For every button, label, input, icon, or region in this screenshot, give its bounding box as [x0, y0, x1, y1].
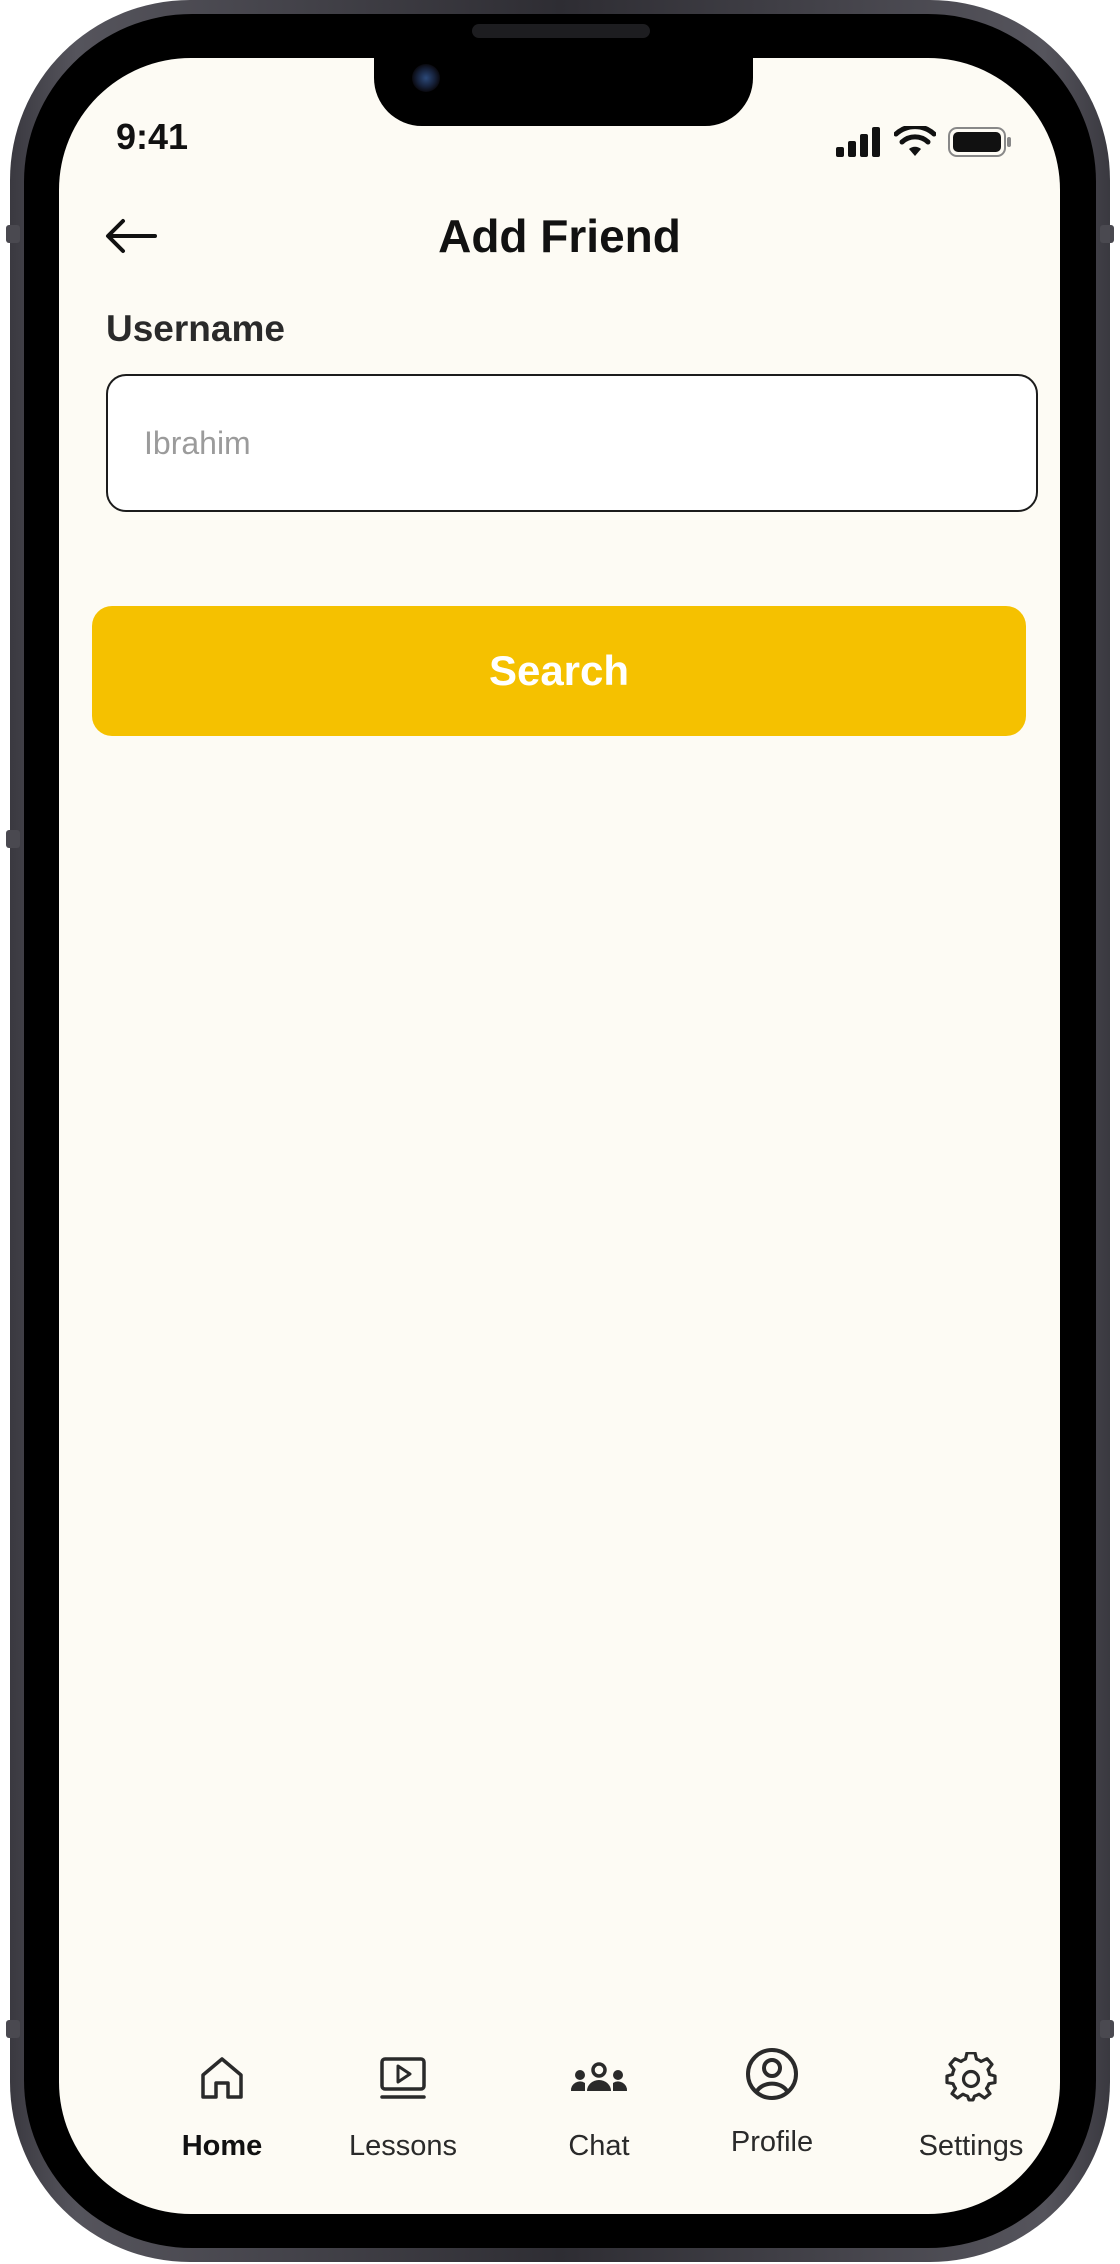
search-button[interactable]: Search	[92, 606, 1026, 736]
app-screen: 9:41 Add Friend Username Search	[59, 58, 1060, 2214]
signal-icon	[836, 127, 880, 157]
tab-label: Profile	[730, 2126, 814, 2158]
tab-lessons[interactable]: Lessons	[313, 2048, 493, 2188]
wifi-icon	[894, 126, 936, 156]
tab-chat[interactable]: Chat	[509, 2048, 689, 2188]
side-button	[1100, 2020, 1114, 2038]
group-chat-icon	[570, 2062, 628, 2091]
side-button	[6, 2020, 20, 2038]
user-circle-icon	[746, 2048, 798, 2100]
tab-profile[interactable]: Profile	[682, 2044, 862, 2184]
side-button	[6, 830, 20, 848]
battery-icon	[948, 127, 1011, 157]
front-camera	[412, 64, 440, 92]
earpiece-speaker	[472, 24, 650, 38]
tab-home[interactable]: Home	[132, 2048, 312, 2188]
side-button	[1100, 225, 1114, 243]
tab-label: Settings	[918, 2130, 1024, 2162]
tab-settings[interactable]: Settings	[881, 2048, 1060, 2188]
username-label: Username	[106, 308, 285, 349]
tab-label: Lessons	[348, 2130, 457, 2162]
status-icons	[836, 126, 1012, 158]
page-title: Add Friend	[438, 210, 681, 262]
gear-icon	[945, 2052, 997, 2102]
side-button	[6, 225, 20, 243]
username-input[interactable]	[106, 374, 1038, 512]
status-time: 9:41	[116, 116, 189, 157]
tab-label: Chat	[568, 2130, 630, 2162]
tab-label: Home	[181, 2130, 263, 2162]
bottom-tab-bar: Home Lessons Chat Profile Settings	[59, 2048, 1060, 2188]
video-lesson-icon	[380, 2057, 426, 2099]
home-icon	[201, 2057, 243, 2099]
